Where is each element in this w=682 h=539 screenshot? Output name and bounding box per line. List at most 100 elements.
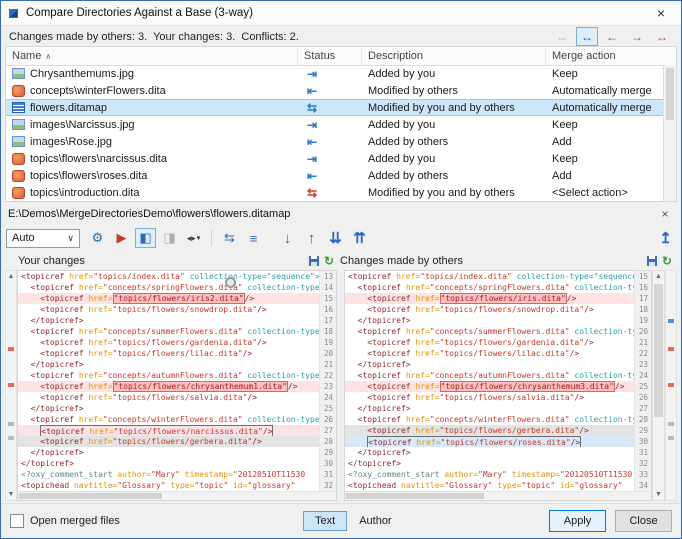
scrollbar-thumb[interactable]	[654, 284, 663, 417]
save-icon[interactable]	[647, 256, 657, 266]
column-header-description[interactable]: Description	[362, 47, 546, 65]
merge-action-cell[interactable]: Add	[546, 170, 664, 182]
code-text: <topicref href="topics/flowers/gerbera.d…	[18, 436, 319, 447]
merge-action-cell[interactable]: Add	[546, 136, 664, 148]
overview-ruler[interactable]	[665, 270, 677, 501]
line-number: 23	[634, 359, 651, 370]
left-overview-ruler[interactable]: ▲ ▼	[5, 270, 17, 501]
horizontal-scrollbar[interactable]	[18, 491, 336, 500]
file-name: topics\introduction.dita	[30, 187, 139, 199]
vertical-scrollbar[interactable]: ▲ ▼	[652, 270, 665, 501]
jpg-file-icon	[12, 136, 25, 147]
ruler-mark	[8, 422, 14, 426]
first-change-icon[interactable]: ⇈	[349, 228, 370, 248]
dita-file-icon	[12, 85, 25, 97]
merge-action-cell[interactable]: Keep	[546, 153, 664, 165]
merge-action-cell[interactable]: Keep	[546, 68, 664, 80]
code-line: <topicref href="topics/flowers/iris2.dit…	[18, 293, 336, 304]
column-label: Description	[368, 50, 423, 62]
name-cell: topics\introduction.dita	[6, 187, 298, 199]
merge-action-cell[interactable]: <Select action>	[546, 187, 664, 199]
last-change-icon[interactable]: ⇊	[325, 228, 346, 248]
next-conflict-icon[interactable]: ↔	[576, 27, 598, 46]
table-row[interactable]: concepts\winterFlowers.dita⇤Modified by …	[6, 82, 664, 99]
scrollbar-thumb[interactable]	[346, 493, 484, 499]
settings-gear-icon[interactable]: ⚙	[87, 228, 108, 248]
window-title: Compare Directories Against a Base (3-wa…	[26, 7, 253, 19]
code-text: </topicref>	[18, 458, 319, 469]
merge-action-cell[interactable]: Automatically merge	[546, 85, 664, 97]
table-scrollbar[interactable]	[663, 65, 676, 201]
show-blocks-icon[interactable]: ≡	[243, 228, 264, 248]
merge-action-cell[interactable]: Keep	[546, 119, 664, 131]
previous-change-icon[interactable]: ↑	[301, 228, 322, 248]
algorithm-select[interactable]: Auto ∨	[6, 229, 80, 248]
sync-scroll-icon[interactable]: ⇆	[219, 228, 240, 248]
conflicts-icon[interactable]: ↔	[651, 27, 673, 46]
text-mode-button[interactable]: Text	[303, 511, 347, 531]
scroll-down-icon[interactable]: ▼	[653, 491, 664, 498]
scroll-down-icon[interactable]: ▼	[6, 491, 16, 498]
perform-diff-icon[interactable]: ▶	[111, 228, 132, 248]
code-line: <topicref href="topics/flowers/salvia.di…	[345, 392, 651, 403]
table-row[interactable]: topics\introduction.dita ⇆Modified by you…	[6, 184, 664, 201]
code-line: </topicref>27	[345, 403, 651, 414]
go-to-first-icon[interactable]: ↥	[655, 228, 676, 248]
status-you-icon: ⇥	[304, 67, 320, 81]
close-button[interactable]: Close	[615, 510, 672, 532]
next-change-icon[interactable]: →	[626, 27, 648, 46]
status-cell: ⇤	[298, 84, 362, 98]
refresh-icon[interactable]: ↻	[662, 256, 672, 266]
scrollbar-thumb[interactable]	[666, 68, 674, 120]
table-row[interactable]: images\Narcissus.jpg⇥Added by youKeep	[6, 116, 664, 133]
previous-conflict-icon[interactable]: ↔	[551, 27, 573, 46]
scroll-up-icon[interactable]: ▲	[6, 273, 16, 280]
table-row[interactable]: flowers.ditamap⇆Modified by you and by o…	[6, 99, 664, 116]
horizontal-scrollbar[interactable]	[345, 491, 651, 500]
changes-summary-bar: Changes made by others: 3. Your changes:…	[1, 26, 681, 47]
right-editor[interactable]: <topicref href="topics/index.dita" colle…	[344, 270, 652, 501]
ruler-mark	[8, 347, 14, 351]
table-row[interactable]: images\Rose.jpg⇤Added by othersAdd	[6, 133, 664, 150]
description-cell: Modified by you and by others	[362, 187, 546, 199]
open-merged-files-checkbox[interactable]	[10, 514, 24, 528]
description-text: Added by others	[368, 136, 448, 148]
apply-button[interactable]: Apply	[549, 510, 606, 532]
table-row[interactable]: topics\flowers\roses.dita⇤Added by other…	[6, 167, 664, 184]
code-line: <topicref href="topics/flowers/iris.dita…	[345, 293, 651, 304]
conflict-navigation: ↔ ↔ ← → ↔	[551, 27, 673, 46]
merge-action-value: Add	[552, 170, 572, 182]
code-text: <topicref href="topics/flowers/chrysanth…	[18, 381, 319, 392]
table-row[interactable]: Chrysanthemums.jpg⇥Added by youKeep	[6, 65, 664, 82]
file-name: flowers.ditamap	[30, 102, 107, 114]
code-line: <topicref href="concepts/autumnFlowers.d…	[345, 370, 651, 381]
refresh-icon[interactable]: ↻	[324, 256, 334, 266]
save-icon[interactable]	[309, 256, 319, 266]
code-text: <topicref href="topics/flowers/lilac.dit…	[345, 348, 634, 359]
previous-change-icon[interactable]: ←	[601, 27, 623, 46]
status-cell: ⇆	[298, 186, 362, 200]
close-file-icon[interactable]: ×	[656, 207, 674, 221]
next-change-icon[interactable]: ↓	[277, 228, 298, 248]
scrollbar-thumb[interactable]	[19, 493, 162, 499]
column-header-name[interactable]: Name ∧	[6, 47, 298, 65]
merge-action-cell[interactable]: Automatically merge	[546, 102, 664, 114]
author-mode-button[interactable]: Author	[347, 511, 403, 531]
column-header-status[interactable]: Status	[298, 47, 362, 65]
code-text: </topicref>	[345, 447, 634, 458]
single-pane-view-icon[interactable]: ◨	[159, 228, 180, 248]
code-line: <topicref href="topics/flowers/lilac.dit…	[18, 348, 336, 359]
left-editor[interactable]: <topicref href="topics/index.dita" colle…	[17, 270, 337, 501]
code-line: <topicref href="topics/flowers/gardenia.…	[18, 337, 336, 348]
scroll-up-icon[interactable]: ▲	[653, 273, 664, 280]
status-cell: ⇥	[298, 118, 362, 132]
close-window-icon[interactable]: ×	[647, 5, 675, 21]
column-header-merge-action[interactable]: Merge action	[546, 47, 676, 65]
code-line: <topicref href="topics/flowers/snowdrop.…	[345, 304, 651, 315]
code-text: <topicref href="topics/index.dita" colle…	[345, 271, 634, 282]
merge-dialog-window: Compare Directories Against a Base (3-wa…	[0, 0, 682, 539]
open-merged-files-label: Open merged files	[30, 515, 120, 527]
dual-pane-view-icon[interactable]: ◧	[135, 228, 156, 248]
word-details-icon[interactable]: ◂▸ ▾	[183, 228, 204, 248]
table-row[interactable]: topics\flowers\narcissus.dita⇥Added by y…	[6, 150, 664, 167]
